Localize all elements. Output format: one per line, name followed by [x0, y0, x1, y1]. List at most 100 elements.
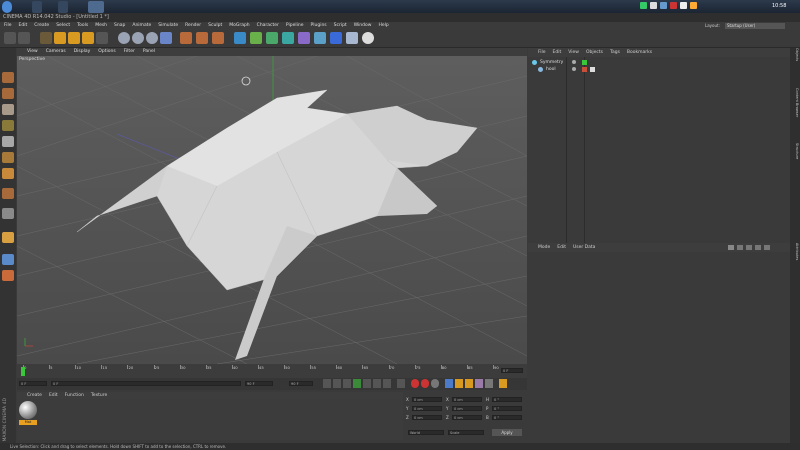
floor-icon[interactable] [330, 32, 342, 44]
folder-icon[interactable] [58, 1, 68, 13]
object-menu-item-file[interactable]: File [538, 48, 546, 57]
scale-key-icon[interactable] [455, 379, 463, 388]
viewport-menu-item-panel[interactable]: Panel [143, 48, 155, 56]
cube-icon[interactable] [234, 32, 246, 44]
coord-field[interactable]: 0 cm [452, 397, 482, 402]
tray-icon[interactable] [670, 2, 677, 9]
coord-mode-select[interactable]: World [408, 430, 444, 435]
make-editable-icon[interactable] [2, 72, 14, 83]
material-menu-item-function[interactable]: Function [65, 392, 84, 399]
undo-icon[interactable] [4, 32, 16, 44]
array-icon[interactable] [282, 32, 294, 44]
attribute-menu-item-user-data[interactable]: User Data [573, 243, 595, 252]
camera-icon[interactable] [346, 32, 358, 44]
start-frame-field[interactable]: 0 F [19, 381, 47, 386]
viewport[interactable]: Perspective [17, 56, 527, 364]
next-key-icon[interactable] [373, 379, 381, 388]
redo-icon[interactable] [18, 32, 30, 44]
coord-field[interactable]: 0 cm [412, 397, 442, 402]
viewport-menu-item-filter[interactable]: Filter [124, 48, 135, 56]
coord-field[interactable]: 0 ° [492, 406, 522, 411]
object-menu-item-bookmarks[interactable]: Bookmarks [627, 48, 652, 57]
y-axis-icon[interactable] [132, 32, 144, 44]
polygons-mode-icon[interactable] [2, 168, 14, 179]
material-label[interactable]: Mat [19, 420, 37, 425]
light-icon[interactable] [362, 32, 374, 44]
move-icon[interactable] [54, 32, 66, 44]
viewport-menu-item-options[interactable]: Options [98, 48, 115, 56]
up-arrow-icon[interactable] [737, 245, 743, 250]
workplane-icon[interactable] [2, 120, 14, 131]
snap-icon[interactable] [2, 232, 14, 243]
menu-item-character[interactable]: Character [257, 22, 279, 30]
visibility-dots[interactable] [572, 60, 576, 64]
dock-tab-content-browser[interactable]: Content Browser [791, 88, 799, 117]
object-menu-item-edit[interactable]: Edit [553, 48, 562, 57]
render-picture-viewer-icon[interactable] [196, 32, 208, 44]
menu-item-tools[interactable]: Tools [77, 22, 88, 30]
pen-icon[interactable] [250, 32, 262, 44]
menu-item-window[interactable]: Window [354, 22, 372, 30]
recent-tools-icon[interactable] [96, 32, 108, 44]
position-key-icon[interactable] [445, 379, 453, 388]
menu-item-script[interactable]: Script [334, 22, 347, 30]
tweak-icon[interactable] [2, 208, 14, 219]
menu-item-plugins[interactable]: Plugins [311, 22, 327, 30]
material-menu-item-texture[interactable]: Texture [91, 392, 107, 399]
tray-icon[interactable] [680, 2, 687, 9]
points-mode-icon[interactable] [2, 136, 14, 147]
live-selection-icon[interactable] [40, 32, 52, 44]
search-icon[interactable] [746, 245, 752, 250]
new-window-icon[interactable] [764, 245, 770, 250]
viewport-menu-item-display[interactable]: Display [74, 48, 91, 56]
menu-item-snap[interactable]: Snap [114, 22, 125, 30]
menu-item-mesh[interactable]: Mesh [95, 22, 107, 30]
subdivision-icon[interactable] [266, 32, 278, 44]
tray-icon[interactable] [690, 2, 697, 9]
visibility-dots[interactable] [572, 67, 576, 71]
lock-icon[interactable] [755, 245, 761, 250]
object-row[interactable]: Symmetry [532, 59, 782, 66]
frame-range-slider[interactable]: 0 F [51, 381, 241, 386]
dock-tab-attributes[interactable]: Attributes [791, 243, 799, 260]
coord-field[interactable]: 0 ° [492, 397, 522, 402]
goto-start-icon[interactable] [323, 379, 331, 388]
attribute-menu-item-mode[interactable]: Mode [538, 243, 550, 252]
material-menu-item-edit[interactable]: Edit [49, 392, 58, 399]
tray-icon[interactable] [660, 2, 667, 9]
object-menu-item-view[interactable]: View [568, 48, 579, 57]
coordinate-system-icon[interactable] [160, 32, 172, 44]
param-key-icon[interactable] [475, 379, 483, 388]
menu-item-simulate[interactable]: Simulate [158, 22, 178, 30]
menu-item-edit[interactable]: Edit [19, 22, 28, 30]
back-arrow-icon[interactable] [728, 245, 734, 250]
menu-item-mograph[interactable]: MoGraph [229, 22, 249, 30]
viewport-menu-item-view[interactable]: View [27, 48, 38, 56]
viewport-menu-item-cameras[interactable]: Cameras [46, 48, 66, 56]
menu-item-animate[interactable]: Animate [132, 22, 151, 30]
menu-item-render[interactable]: Render [185, 22, 201, 30]
timeline-window-icon[interactable] [499, 379, 507, 388]
menu-item-select[interactable]: Select [56, 22, 70, 30]
rotate-icon[interactable] [82, 32, 94, 44]
record-icon[interactable] [411, 379, 419, 388]
timeline-current-frame[interactable]: 0 F [501, 368, 523, 373]
planar-icon[interactable] [2, 270, 14, 281]
object-menu-item-objects[interactable]: Objects [586, 48, 603, 57]
render-view-icon[interactable] [180, 32, 192, 44]
layout-select[interactable]: Startup (User) [725, 23, 785, 29]
deformer-icon[interactable] [298, 32, 310, 44]
pla-key-icon[interactable] [485, 379, 493, 388]
rotation-key-icon[interactable] [465, 379, 473, 388]
keyframe-selection-icon[interactable] [431, 379, 439, 388]
render-settings-icon[interactable] [212, 32, 224, 44]
timeline[interactable]: 0 5 10 15 20 25 30 35 40 45 50 55 60 65 70 75 80 85 90 0 F [17, 364, 527, 378]
material-menu-item-create[interactable]: Create [27, 392, 42, 399]
z-axis-icon[interactable] [146, 32, 158, 44]
max-frame-field[interactable]: 90 F [245, 381, 273, 386]
scale-mode-select[interactable]: Scale [448, 430, 484, 435]
scene-icon[interactable] [314, 32, 326, 44]
ie-icon[interactable] [32, 1, 42, 13]
autokey-icon[interactable] [421, 379, 429, 388]
coord-field[interactable]: 0 cm [452, 406, 482, 411]
